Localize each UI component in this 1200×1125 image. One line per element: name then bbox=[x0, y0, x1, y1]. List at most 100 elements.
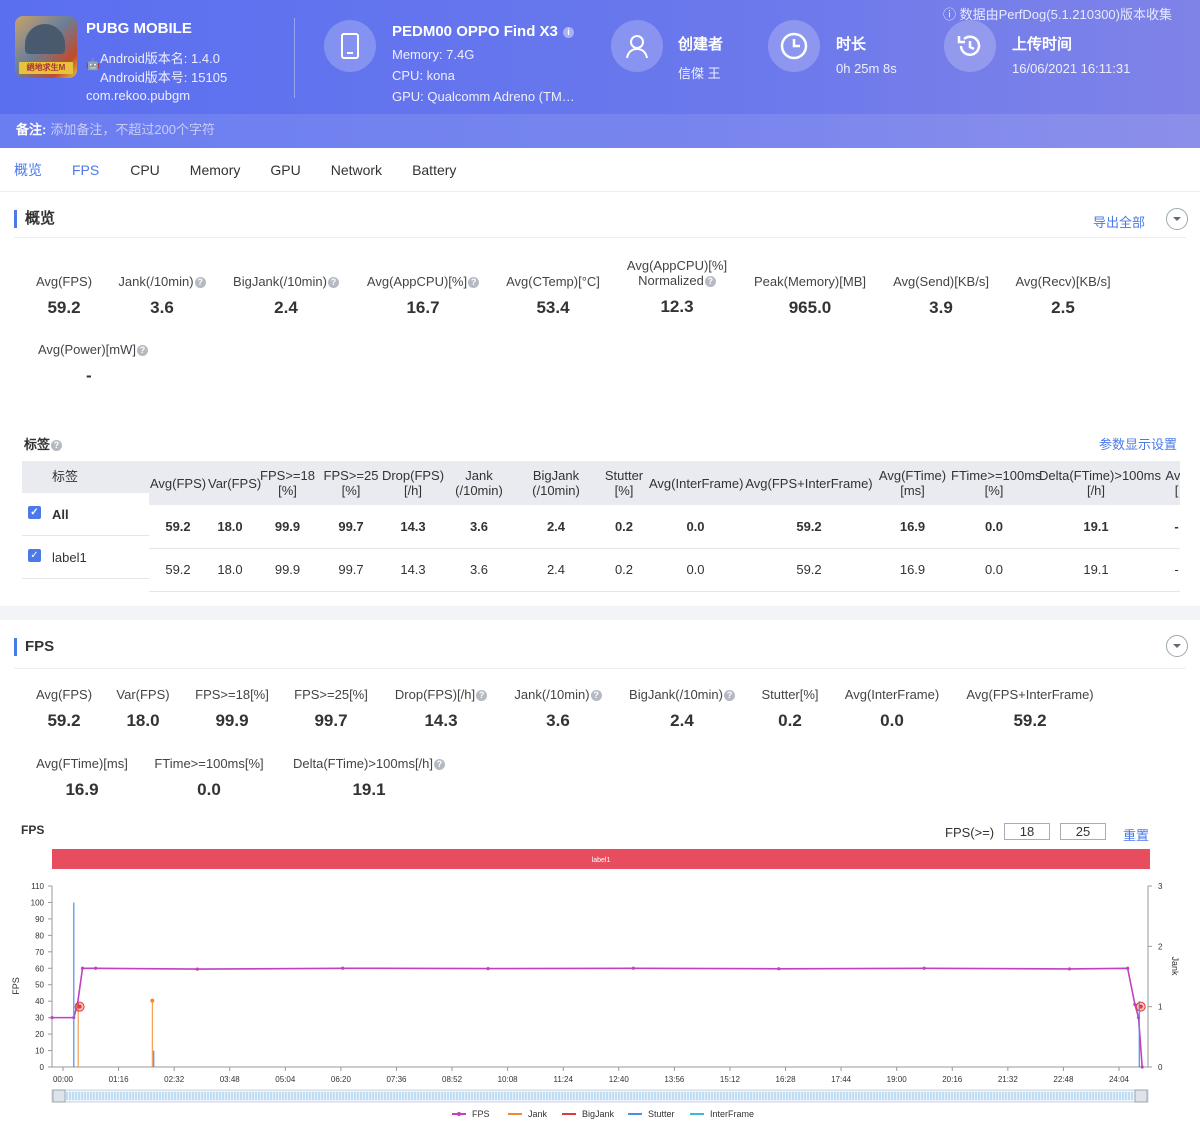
y-tick-label: 10 bbox=[35, 1047, 44, 1056]
help-icon[interactable]: ? bbox=[723, 690, 735, 702]
fps-point bbox=[1140, 1065, 1144, 1069]
y-tick-label: 110 bbox=[31, 882, 44, 891]
fps-metric-avg-interframe: Avg(InterFrame) 0.0 bbox=[844, 687, 940, 730]
table-cell: 99.9 bbox=[253, 505, 322, 549]
param-display-settings-button[interactable]: 参数显示设置 bbox=[1099, 434, 1177, 453]
fps-threshold-input-2[interactable]: 25 bbox=[1060, 823, 1106, 840]
overview-title: 概览 bbox=[14, 210, 55, 228]
help-icon[interactable]: ? bbox=[434, 759, 446, 771]
table-header-cell: FPS>=18 [%] bbox=[253, 461, 322, 505]
x-tick-label: 21:32 bbox=[998, 1075, 1019, 1084]
help-icon[interactable]: ? bbox=[51, 440, 63, 452]
scrollbar-track bbox=[51, 1089, 1149, 1103]
help-icon[interactable]: ? bbox=[704, 276, 716, 288]
fps-point bbox=[777, 967, 781, 971]
fps-point bbox=[922, 966, 926, 970]
tab-battery[interactable]: Battery bbox=[412, 148, 456, 191]
labels-col-header: 标签 bbox=[22, 461, 149, 493]
chart-grid: 0 10 20 30 40 50 60 70 80 90 100 110 0 1 2 3 00:00 01:16 0… bbox=[31, 882, 1163, 1084]
table-cell: 3.6 bbox=[446, 505, 512, 549]
table-header-text: BigJank bbox=[532, 468, 580, 483]
table-header-text: [ bbox=[1174, 483, 1179, 498]
y2-tick-label: 2 bbox=[1158, 942, 1163, 951]
reset-button[interactable]: 重置 bbox=[1123, 825, 1149, 844]
label-row-all[interactable]: ✓ All bbox=[22, 493, 149, 536]
x-tick-label: 00:00 bbox=[53, 1075, 74, 1084]
tab-network[interactable]: Network bbox=[331, 148, 382, 191]
export-all-button[interactable]: 导出全部 bbox=[1093, 212, 1145, 231]
fps-metric-fps18: FPS>=18[%] 99.9 bbox=[195, 687, 269, 730]
metric-jank: Jank(/10min)? 3.6 bbox=[114, 274, 210, 318]
chevron-down-icon bbox=[1173, 217, 1181, 221]
note-bar[interactable]: 备注: 添加备注，不超过200个字符 bbox=[0, 114, 1200, 148]
checkbox-checked-icon[interactable]: ✓ bbox=[28, 549, 41, 562]
legend-label: FPS bbox=[472, 1109, 490, 1119]
fps-threshold-input-1[interactable]: 18 bbox=[1004, 823, 1050, 840]
table-header-cell: FTime>=100ms [%] bbox=[950, 461, 1042, 505]
table-cell: 14.3 bbox=[380, 505, 446, 549]
device-gpu: GPU: Qualcomm Adreno (TM… bbox=[392, 89, 575, 104]
x-tick-label: 20:16 bbox=[942, 1075, 963, 1084]
app-version-code: Android版本号: 15105 bbox=[100, 70, 228, 85]
checkbox-checked-icon[interactable]: ✓ bbox=[28, 506, 41, 519]
table-cell: 19.1 bbox=[1038, 548, 1154, 592]
jank-point bbox=[76, 1004, 81, 1009]
tab-cpu[interactable]: CPU bbox=[130, 148, 160, 191]
table-cell: 2.4 bbox=[512, 505, 600, 549]
y-tick-label: 100 bbox=[31, 898, 45, 907]
y2-tick-label: 0 bbox=[1158, 1063, 1163, 1072]
label-row-label1[interactable]: ✓ label1 bbox=[22, 536, 149, 579]
x-tick-label: 19:00 bbox=[887, 1075, 908, 1084]
note-label: 备注: bbox=[16, 122, 47, 137]
fps-metric-avg-fps-interframe: Avg(FPS+InterFrame) 59.2 bbox=[966, 687, 1094, 730]
help-icon[interactable]: ? bbox=[468, 277, 480, 289]
y-tick-label: 50 bbox=[35, 981, 44, 990]
y-tick-label: 90 bbox=[35, 915, 44, 924]
table-cell: 99.7 bbox=[322, 505, 380, 549]
table-header-cell: Drop(FPS) [/h] bbox=[380, 461, 446, 505]
metric-avg-appcpu: Avg(AppCPU)[%]? 16.7 bbox=[363, 274, 483, 318]
x-tick-label: 12:40 bbox=[609, 1075, 630, 1084]
tab-gpu[interactable]: GPU bbox=[270, 148, 300, 191]
app-package: com.rekoo.pubgm bbox=[86, 88, 191, 103]
table-cell: 59.2 bbox=[743, 548, 875, 592]
fps-threshold-label: FPS(>=) bbox=[945, 825, 995, 840]
fps-point bbox=[75, 1002, 80, 1007]
table-cell: 18.0 bbox=[207, 505, 253, 549]
y-tick-label: 40 bbox=[35, 997, 44, 1006]
table-cell: 16.9 bbox=[875, 505, 950, 549]
bigjank-marker bbox=[74, 1001, 85, 1012]
help-icon[interactable]: ? bbox=[194, 277, 206, 289]
table-header-cell: Delta(FTime)>100ms [/h] bbox=[1038, 461, 1161, 505]
table-header-text: Avg bbox=[1165, 468, 1180, 483]
section-separator bbox=[0, 606, 1200, 620]
labels-title: 标签? bbox=[24, 434, 63, 453]
info-icon[interactable]: i bbox=[563, 26, 575, 38]
phone-icon bbox=[324, 20, 376, 72]
tab-fps[interactable]: FPS bbox=[72, 148, 99, 191]
help-icon[interactable]: ? bbox=[476, 690, 488, 702]
table-header-text: [ms] bbox=[900, 483, 925, 498]
fps-metric-avg-fps: Avg(FPS) 59.2 bbox=[35, 687, 93, 730]
help-icon[interactable]: ? bbox=[327, 277, 339, 289]
legend-label: Jank bbox=[528, 1109, 548, 1119]
tab-overview[interactable]: 概览 bbox=[14, 148, 42, 191]
fps-point bbox=[1067, 967, 1072, 971]
fps-point bbox=[631, 966, 636, 970]
table-header-cell: FPS>=25 [%] bbox=[322, 461, 380, 505]
help-icon[interactable]: ? bbox=[137, 345, 148, 357]
time-range-scrollbar[interactable] bbox=[51, 1089, 1149, 1103]
y-tick-label: 0 bbox=[40, 1063, 45, 1072]
y-tick-label: 80 bbox=[35, 931, 44, 940]
table-header-text: (/10min) bbox=[455, 483, 503, 498]
note-input[interactable]: 添加备注，不超过200个字符 bbox=[50, 122, 215, 137]
help-icon[interactable]: ? bbox=[590, 690, 602, 702]
table-header-cell: Avg(FTime) [ms] bbox=[875, 461, 950, 505]
legend-label: BigJank bbox=[582, 1109, 615, 1119]
tab-memory[interactable]: Memory bbox=[190, 148, 241, 191]
table-header-cell: Stutter [%] bbox=[600, 461, 648, 505]
table-cell: 59.2 bbox=[149, 548, 207, 592]
y-axis-label: FPS bbox=[11, 977, 21, 995]
fps-collapse-button[interactable] bbox=[1166, 635, 1188, 657]
overview-collapse-button[interactable] bbox=[1166, 208, 1188, 230]
